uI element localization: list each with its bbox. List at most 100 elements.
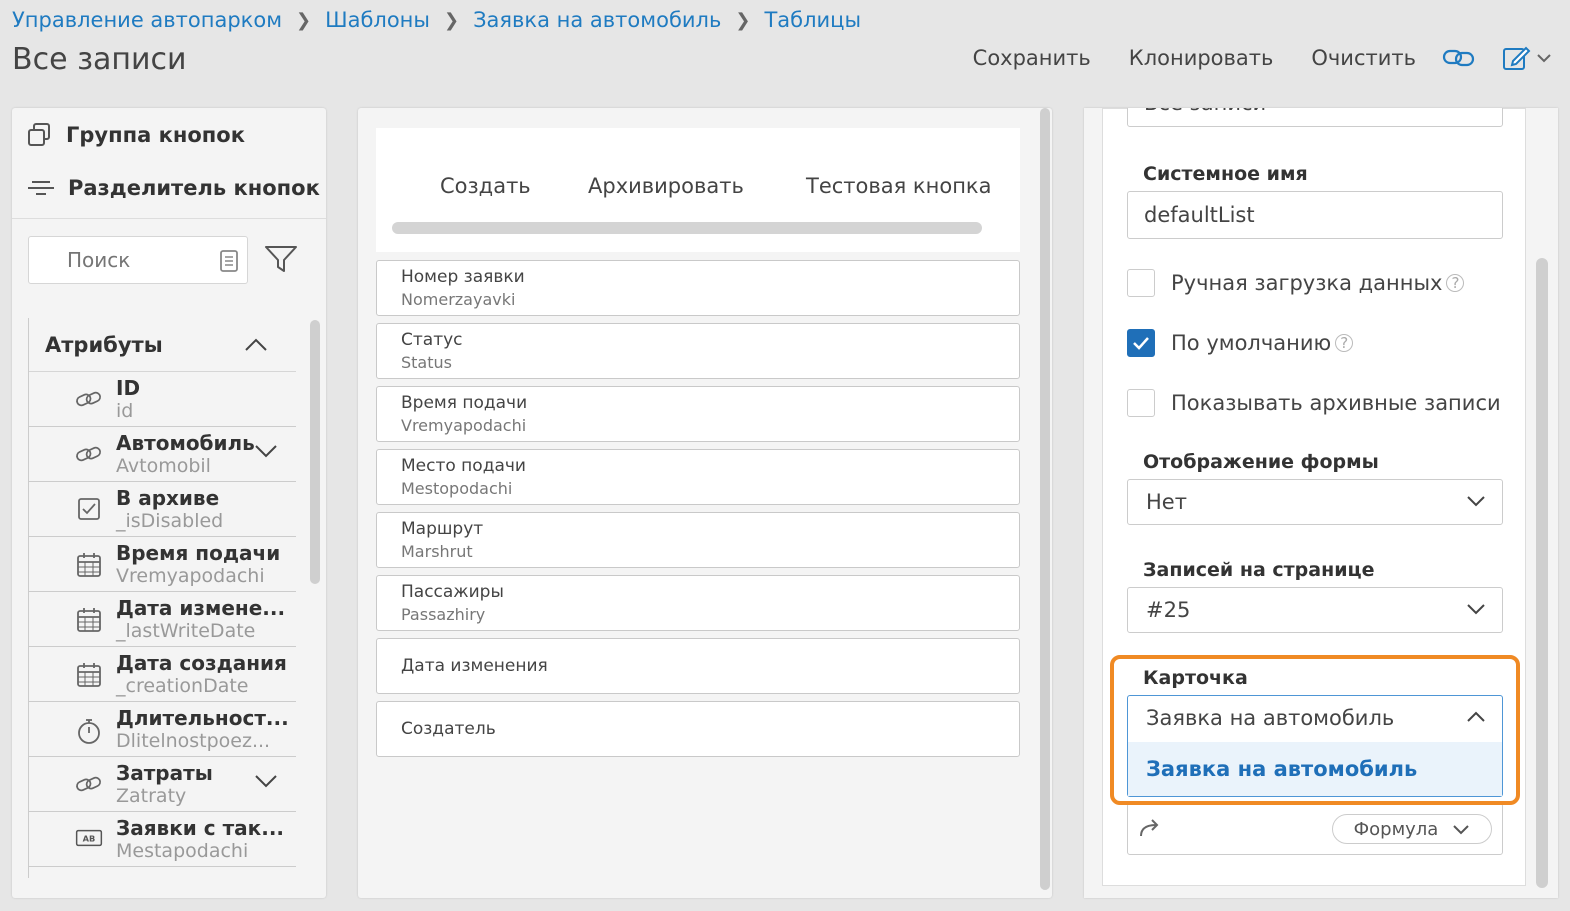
chevron-down-icon <box>1467 496 1485 507</box>
checkbox-icon <box>75 497 103 521</box>
table-name-field[interactable]: Все записи <box>1127 108 1503 127</box>
column-card[interactable]: Пассажиры Passazhiry <box>376 575 1020 631</box>
attribute-item[interactable]: Время подачи Vremyapodachi <box>29 537 296 592</box>
attributes-list: Атрибуты ID id Автомобиль Avtomobil В архиве… <box>28 318 296 878</box>
chevron-up-icon <box>1467 711 1485 722</box>
create-button[interactable]: Создать <box>440 174 531 198</box>
calendar-icon <box>75 662 103 688</box>
button-bar: Создать Архивировать Тестовая кнопка <box>376 128 1020 252</box>
default-checkbox[interactable]: По умолчанию ? <box>1127 329 1354 357</box>
chevron-down-icon <box>1537 54 1551 63</box>
attribute-name: Затраты <box>116 761 213 785</box>
column-system-name: Marshrut <box>401 542 473 561</box>
breadcrumb-item-templates[interactable]: Шаблоны <box>325 8 430 32</box>
per-page-select[interactable]: #25 <box>1127 587 1503 633</box>
chevron-down-icon <box>1453 825 1470 835</box>
chevron-down-icon <box>1467 604 1485 615</box>
show-archived-label: Показывать архивные записи <box>1171 391 1501 415</box>
card-option[interactable]: Заявка на автомобиль <box>1128 742 1502 796</box>
chevron-down-icon[interactable] <box>254 443 278 462</box>
attribute-item[interactable]: AB Заявки с так... Mestapodachi <box>29 812 296 867</box>
chevron-up-icon <box>245 338 267 351</box>
system-name-field[interactable]: defaultList <box>1127 191 1503 239</box>
show-archived-checkbox[interactable]: Показывать архивные записи <box>1127 389 1501 417</box>
column-card[interactable]: Статус Status <box>376 323 1020 379</box>
attribute-item[interactable]: Дата создания _creationDate <box>29 647 296 702</box>
column-card[interactable]: Создатель <box>376 701 1020 757</box>
attributes-title: Атрибуты <box>45 332 163 357</box>
redo-arrow-icon <box>1138 818 1164 844</box>
per-page-value: #25 <box>1146 598 1191 622</box>
column-title: Время подачи <box>401 393 528 413</box>
archive-button[interactable]: Архивировать <box>588 174 744 198</box>
checkbox[interactable] <box>1127 269 1155 297</box>
form-display-select[interactable]: Нет <box>1127 479 1503 525</box>
help-icon[interactable]: ? <box>1446 274 1465 292</box>
attribute-name: Длительност... <box>116 706 289 730</box>
column-title: Пассажиры <box>401 582 504 602</box>
keyboard-icon[interactable] <box>219 249 239 277</box>
attribute-item[interactable]: ID id <box>29 372 296 427</box>
breadcrumb-item-request[interactable]: Заявка на автомобиль <box>473 8 721 32</box>
stopwatch-icon <box>75 717 103 745</box>
checkbox[interactable] <box>1127 389 1155 417</box>
system-name-label: Системное имя <box>1143 163 1308 185</box>
attribute-name: Дата измене... <box>116 596 286 620</box>
attribute-system-name: Mestapodachi <box>116 840 249 862</box>
attribute-system-name: Dlitelnostpoez... <box>116 730 271 752</box>
column-card[interactable]: Маршрут Marshrut <box>376 512 1020 568</box>
manual-load-checkbox[interactable]: Ручная загрузка данных ? <box>1127 269 1465 297</box>
help-icon[interactable]: ? <box>1335 334 1354 352</box>
formula-button[interactable]: Формула <box>1332 814 1492 844</box>
check-icon <box>1133 337 1149 350</box>
attribute-name: Дата создания <box>116 651 287 675</box>
filter-icon[interactable] <box>264 244 298 278</box>
attribute-item[interactable]: Длительност... Dlitelnostpoez... <box>29 702 296 757</box>
column-title: Дата изменения <box>401 656 548 676</box>
clear-button[interactable]: Очистить <box>1311 46 1416 70</box>
column-system-name: Nomerzayavki <box>401 290 516 309</box>
attribute-system-name: Zatraty <box>116 785 187 807</box>
edit-icon[interactable] <box>1502 44 1552 72</box>
components-panel: Группа кнопок Разделитель кнопок Атрибут… <box>12 108 326 898</box>
breadcrumb-item-fleet[interactable]: Управление автопарком <box>12 8 282 32</box>
attribute-item[interactable]: Автомобиль Avtomobil <box>29 427 296 482</box>
column-system-name: Mestopodachi <box>401 479 513 498</box>
divider <box>12 218 326 219</box>
column-system-name: Passazhiry <box>401 605 486 624</box>
attribute-item[interactable]: Дата измене... _lastWriteDate <box>29 592 296 647</box>
search-box[interactable] <box>28 236 248 284</box>
tool-button-group[interactable]: Группа кнопок <box>26 122 245 148</box>
default-label: По умолчанию <box>1171 331 1332 355</box>
button-bar-scrollbar[interactable] <box>392 222 982 234</box>
checkbox-checked[interactable] <box>1127 329 1155 357</box>
column-system-name: Status <box>401 353 452 372</box>
card-select[interactable]: Заявка на автомобиль Заявка на автомобил… <box>1127 695 1503 797</box>
middle-scrollbar[interactable] <box>1040 108 1050 890</box>
column-card[interactable]: Место подачи Mestopodachi <box>376 449 1020 505</box>
column-title: Создатель <box>401 719 496 739</box>
attributes-header[interactable]: Атрибуты <box>29 318 296 372</box>
column-title: Номер заявки <box>401 267 525 287</box>
properties-scrollbar[interactable] <box>1536 258 1548 888</box>
column-card[interactable]: Время подачи Vremyapodachi <box>376 386 1020 442</box>
link-icon[interactable] <box>1442 46 1476 70</box>
clone-button[interactable]: Клонировать <box>1129 46 1274 70</box>
test-button[interactable]: Тестовая кнопка <box>806 174 991 198</box>
search-input[interactable] <box>67 248 207 272</box>
attribute-system-name: Vremyapodachi <box>116 565 265 587</box>
text-ab-icon: AB <box>75 827 103 849</box>
attribute-item[interactable]: В архиве _isDisabled <box>29 482 296 537</box>
attribute-item[interactable]: Затраты Zatraty <box>29 757 296 812</box>
breadcrumb: Управление автопарком ❯ Шаблоны ❯ Заявка… <box>12 8 861 32</box>
attribute-system-name: id <box>116 400 134 422</box>
formula-field[interactable]: Формула <box>1127 803 1503 855</box>
chevron-down-icon[interactable] <box>254 773 278 792</box>
column-card[interactable]: Номер заявки Nomerzayavki <box>376 260 1020 316</box>
attributes-scrollbar[interactable] <box>310 320 320 584</box>
column-card[interactable]: Дата изменения <box>376 638 1020 694</box>
chevron-right-icon: ❯ <box>735 9 751 31</box>
save-button[interactable]: Сохранить <box>973 46 1091 70</box>
tool-button-separator[interactable]: Разделитель кнопок <box>26 176 320 200</box>
breadcrumb-item-tables[interactable]: Таблицы <box>764 8 861 32</box>
